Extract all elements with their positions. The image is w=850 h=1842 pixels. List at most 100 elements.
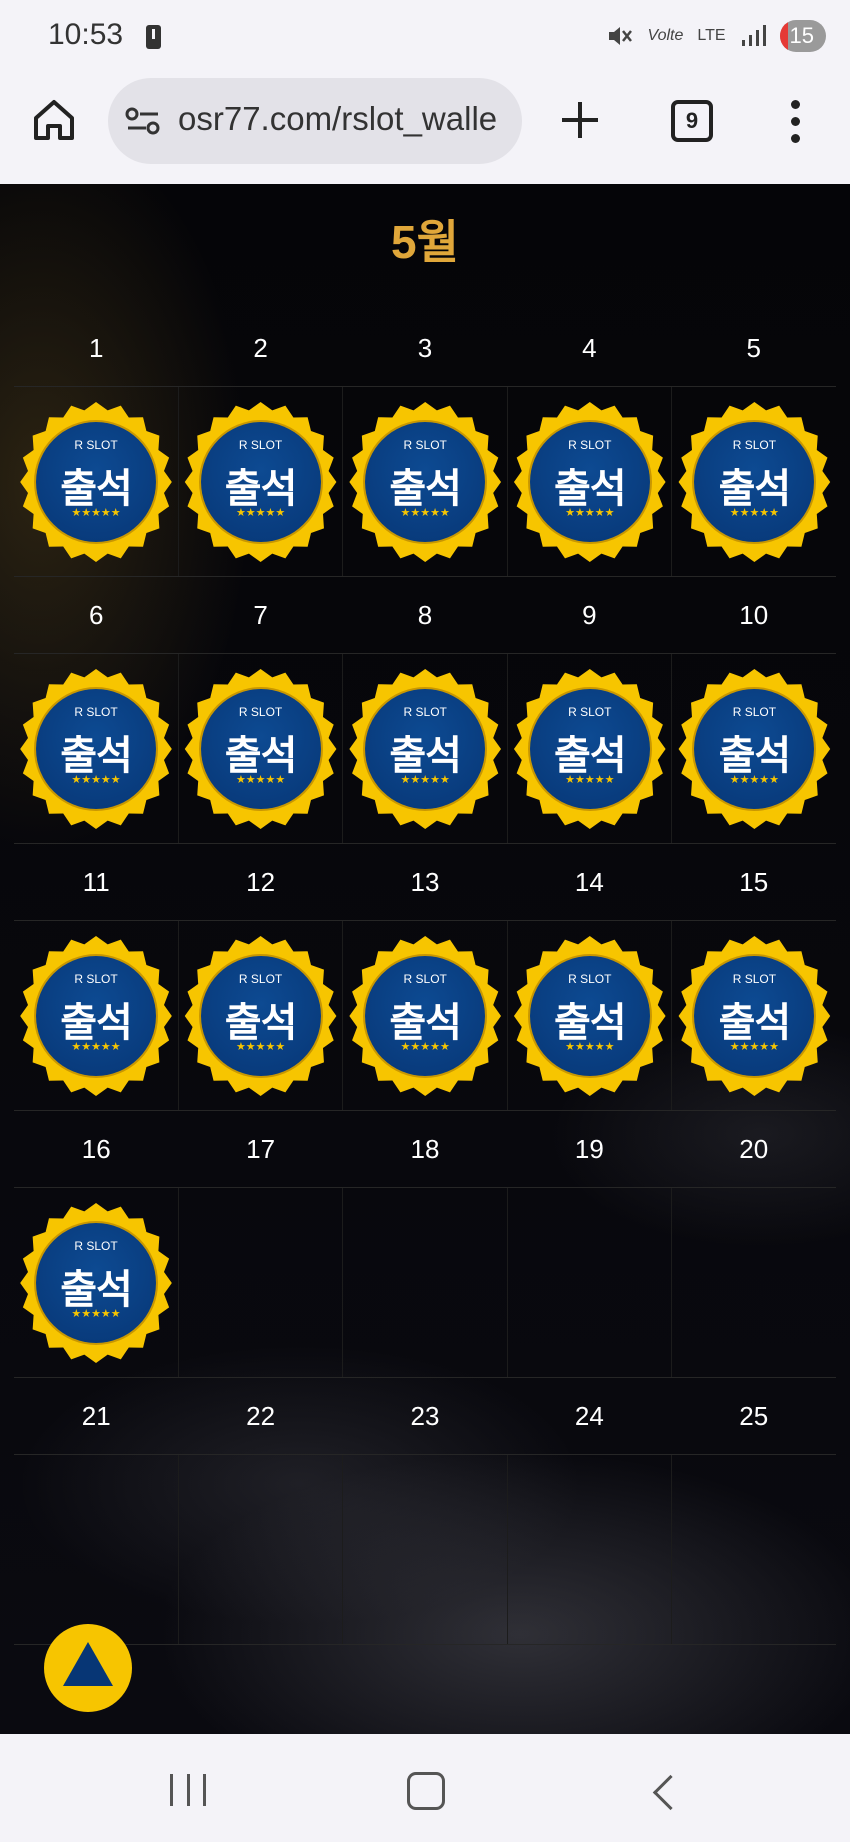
stamp-brand: R SLOT (74, 705, 118, 719)
date-label: 15 (739, 867, 769, 897)
badge-row: R SLOT 출석 ★★★★★ R SLOT 출석 ★★★★★ R SLOT 출석 ★★★★★ R… (14, 921, 836, 1111)
tune-icon[interactable] (124, 106, 164, 136)
day-cell: R SLOT 출석 ★★★★★ (343, 654, 508, 843)
date-label: 21 (81, 1401, 111, 1431)
stamp-brand: R SLOT (74, 972, 118, 986)
date-label: 24 (574, 1401, 604, 1431)
address-bar[interactable]: osr77.com/rslot_walle (108, 78, 522, 164)
date-row: 6 7 8 9 10 (14, 577, 836, 654)
stamp-inner: R SLOT 출석 ★★★★★ (365, 689, 486, 809)
attendance-stamp: R SLOT 출석 ★★★★★ (179, 934, 343, 1098)
stamp-brand: R SLOT (238, 438, 283, 452)
date-label: 6 (88, 600, 104, 630)
lte-label: LTE (697, 27, 726, 44)
home-icon[interactable] (30, 96, 78, 144)
stamp-stars: ★★★★★ (71, 507, 121, 519)
calendar-week: 11 12 13 14 15 R SLOT 출석 ★★★★★ R SLOT 출석 ★★★★★ R SL… (14, 844, 836, 1111)
attendance-stamp: R SLOT 출석 ★★★★★ (14, 400, 178, 564)
stamp-inner: R SLOT 출석 ★★★★★ (694, 956, 815, 1076)
date-label: 17 (246, 1134, 276, 1164)
day-cell: R SLOT 출석 ★★★★★ (14, 1188, 179, 1377)
alert-icon (146, 25, 161, 49)
day-cell: R SLOT 출석 ★★★★★ (672, 387, 836, 576)
stamp-stars: ★★★★★ (71, 1041, 121, 1053)
more-vert-icon[interactable] (790, 100, 802, 144)
stamp-brand: R SLOT (568, 705, 612, 719)
date-label: 13 (410, 867, 440, 897)
stamp-inner: R SLOT 출석 ★★★★★ (694, 422, 815, 542)
day-cell (14, 1455, 179, 1644)
stamp-inner: R SLOT 출석 ★★★★★ (36, 1223, 156, 1343)
stamp-inner: R SLOT 출석 ★★★★★ (529, 689, 650, 809)
stamp-stars: ★★★★★ (729, 774, 780, 786)
stamp-brand: R SLOT (238, 705, 283, 719)
day-cell: R SLOT 출석 ★★★★★ (508, 387, 673, 576)
attendance-stamp: R SLOT 출석 ★★★★★ (508, 934, 672, 1098)
day-cell (343, 1455, 508, 1644)
page-content: 5월 12345R SLOT 출석 ★★★★★ R SLOT 출석 ★★★★★ R SLOT… (0, 184, 850, 1734)
scroll-top-button[interactable] (44, 1624, 132, 1712)
nav-home-icon[interactable] (407, 1772, 445, 1810)
stamp-brand: R SLOT (74, 1239, 118, 1253)
stamp-brand: R SLOT (403, 705, 447, 719)
day-cell: R SLOT 출석 ★★★★★ (14, 387, 179, 576)
stamp-stars: ★★★★★ (400, 507, 450, 519)
attendance-stamp: R SLOT 출석 ★★★★★ (672, 667, 836, 831)
stamp-inner: R SLOT 출석 ★★★★★ (529, 422, 650, 542)
stamp-inner: R SLOT 출석 ★★★★★ (36, 422, 156, 542)
recents-icon[interactable] (170, 1774, 206, 1806)
date-label: 23 (410, 1401, 440, 1431)
date-label: 9 (582, 600, 597, 630)
attendance-stamp: R SLOT 출석 ★★★★★ (14, 667, 178, 831)
stamp-stars: ★★★★★ (71, 774, 121, 786)
stamp-stars: ★★★★★ (235, 774, 286, 786)
stamp-brand: R SLOT (403, 438, 447, 452)
attendance-stamp: R SLOT 출석 ★★★★★ (179, 667, 343, 831)
date-label: 19 (574, 1134, 604, 1164)
empty-row (14, 1645, 836, 1734)
stamp-stars: ★★★★★ (729, 507, 780, 519)
plus-icon[interactable] (558, 98, 602, 142)
day-cell: R SLOT 출석 ★★★★★ (179, 921, 344, 1110)
attendance-stamp: R SLOT 출석 ★★★★★ (179, 400, 343, 564)
stamp-stars: ★★★★★ (400, 774, 450, 786)
status-time: 10:53 (48, 18, 124, 51)
stamp-inner: R SLOT 출석 ★★★★★ (529, 956, 650, 1076)
day-cell: R SLOT 출석 ★★★★★ (179, 387, 344, 576)
tab-switcher-button[interactable]: 9 (671, 100, 713, 142)
stamp-brand: R SLOT (732, 972, 777, 986)
day-cell (179, 1188, 344, 1377)
browser-toolbar: osr77.com/rslot_walle 9 (0, 72, 850, 184)
attendance-stamp: R SLOT 출석 ★★★★★ (508, 400, 672, 564)
stamp-stars: ★★★★★ (71, 1308, 121, 1320)
calendar-week: 1 2 3 4 5 R SLOT 출석 ★★★★★ R SLOT 출석 ★★★★★ R SLOT 출석 ★… (14, 310, 836, 577)
day-cell: R SLOT 출석 ★★★★★ (672, 654, 836, 843)
date-label: 18 (410, 1134, 440, 1164)
url-text[interactable]: osr77.com/rslot_walle (178, 100, 508, 138)
date-label: 7 (253, 600, 268, 630)
stamp-brand: R SLOT (238, 972, 283, 986)
date-row: 16 17 18 19 20 (14, 1111, 836, 1188)
stamp-stars: ★★★★★ (729, 1041, 780, 1053)
date-label: 8 (417, 600, 433, 630)
stamp-inner: R SLOT 출석 ★★★★★ (200, 422, 321, 542)
day-cell (672, 1188, 836, 1377)
back-icon[interactable] (652, 1774, 689, 1811)
day-cell: R SLOT 출석 ★★★★★ (343, 387, 508, 576)
date-row: 1 2 3 4 5 (14, 310, 836, 387)
day-cell: R SLOT 출석 ★★★★★ (508, 921, 673, 1110)
day-cell: R SLOT 출석 ★★★★★ (14, 654, 179, 843)
date-label: 14 (574, 867, 604, 897)
date-label: 11 (82, 867, 110, 897)
attendance-stamp: R SLOT 출석 ★★★★★ (343, 667, 507, 831)
badge-row: R SLOT 출석 ★★★★★ (14, 1188, 836, 1378)
date-label: 3 (417, 333, 433, 363)
stamp-brand: R SLOT (403, 972, 447, 986)
date-label: 10 (739, 600, 769, 630)
stamp-brand: R SLOT (732, 438, 777, 452)
status-icons: Volte LTE 15 (605, 20, 826, 52)
date-label: 20 (739, 1134, 769, 1164)
stamp-inner: R SLOT 출석 ★★★★★ (694, 689, 815, 809)
attendance-stamp: R SLOT 출석 ★★★★★ (672, 400, 836, 564)
stamp-stars: ★★★★★ (235, 1041, 286, 1053)
